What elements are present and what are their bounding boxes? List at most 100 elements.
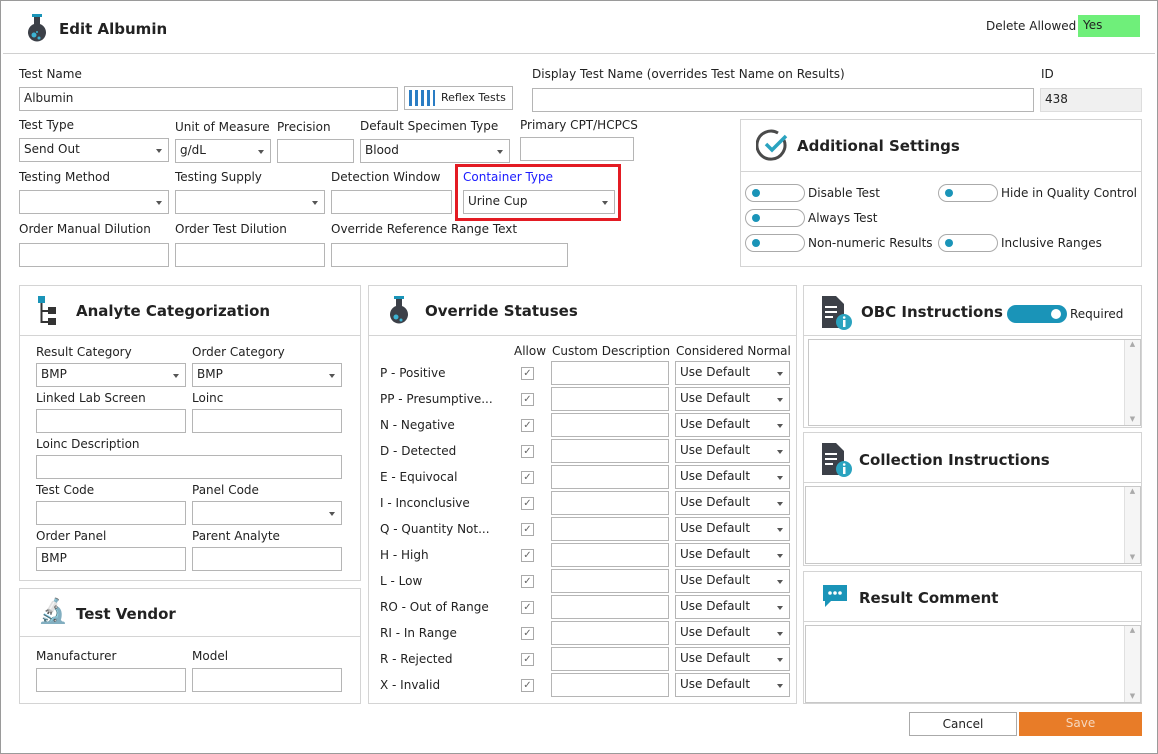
scrollbar[interactable]: ▲ ▼ bbox=[1124, 340, 1140, 425]
loinc-input[interactable] bbox=[192, 409, 342, 433]
test-type-select[interactable]: Send Out bbox=[19, 138, 169, 162]
chat-bubble-icon bbox=[821, 584, 849, 613]
considered-normal-select[interactable]: Use Default bbox=[675, 647, 790, 671]
test-code-input[interactable] bbox=[36, 501, 186, 525]
override-reference-range-input[interactable] bbox=[331, 243, 568, 267]
flask-icon bbox=[387, 295, 411, 330]
allow-checkbox[interactable]: ✓ bbox=[521, 445, 534, 458]
inclusive-ranges-toggle[interactable] bbox=[938, 234, 998, 252]
vendor-header bbox=[20, 589, 360, 637]
scrollbar[interactable]: ▲ ▼ bbox=[1124, 487, 1140, 563]
custom-description-input[interactable] bbox=[551, 439, 669, 463]
unit-of-measure-select[interactable]: g/dL bbox=[175, 139, 271, 163]
display-test-name-label: Display Test Name (overrides Test Name o… bbox=[532, 67, 845, 81]
custom-description-input[interactable] bbox=[551, 673, 669, 697]
always-test-toggle[interactable] bbox=[745, 209, 805, 227]
detection-window-input[interactable] bbox=[331, 190, 452, 214]
delete-allowed-field[interactable]: Yes bbox=[1078, 15, 1140, 37]
precision-input[interactable] bbox=[277, 139, 354, 163]
vendor-title: Test Vendor bbox=[76, 605, 176, 623]
considered-normal-select[interactable]: Use Default bbox=[675, 569, 790, 593]
display-test-name-input[interactable] bbox=[532, 88, 1034, 112]
considered-normal-select[interactable]: Use Default bbox=[675, 621, 790, 645]
custom-description-input[interactable] bbox=[551, 517, 669, 541]
considered-normal-select[interactable]: Use Default bbox=[675, 543, 790, 567]
considered-normal-select[interactable]: Use Default bbox=[675, 361, 790, 385]
primary-cpt-input[interactable] bbox=[520, 137, 634, 161]
allow-checkbox[interactable]: ✓ bbox=[521, 549, 534, 562]
allow-checkbox[interactable]: ✓ bbox=[521, 601, 534, 614]
override-reference-range-label: Override Reference Range Text bbox=[331, 222, 518, 236]
result-comment-textarea[interactable]: ▲ ▼ bbox=[805, 625, 1141, 703]
result-category-select[interactable]: BMP bbox=[36, 363, 186, 387]
test-vendor-panel: 🔬 Test Vendor Manufacturer Model bbox=[19, 588, 361, 704]
allow-checkbox[interactable]: ✓ bbox=[521, 393, 534, 406]
status-label: RI - In Range bbox=[380, 626, 457, 640]
analyte-title: Analyte Categorization bbox=[76, 302, 271, 320]
custom-description-input[interactable] bbox=[551, 647, 669, 671]
microscope-icon: 🔬 bbox=[38, 597, 68, 625]
custom-description-input[interactable] bbox=[551, 595, 669, 619]
test-code-label: Test Code bbox=[36, 483, 95, 497]
manufacturer-input[interactable] bbox=[36, 668, 186, 692]
loinc-description-input[interactable] bbox=[36, 455, 342, 479]
test-name-input[interactable]: Albumin bbox=[19, 87, 398, 111]
unit-of-measure-label: Unit of Measure bbox=[175, 120, 270, 134]
allow-checkbox[interactable]: ✓ bbox=[521, 679, 534, 692]
reflex-tests-button[interactable]: Reflex Tests bbox=[404, 86, 513, 110]
considered-normal-select[interactable]: Use Default bbox=[675, 413, 790, 437]
hide-in-qc-toggle[interactable] bbox=[938, 184, 998, 202]
order-test-dilution-label: Order Test Dilution bbox=[175, 222, 287, 236]
linked-lab-screen-input[interactable] bbox=[36, 409, 186, 433]
status-label: RO - Out of Range bbox=[380, 600, 489, 614]
considered-normal-select[interactable]: Use Default bbox=[675, 491, 790, 515]
additional-settings-panel: Additional Settings Disable Test Hide in… bbox=[740, 119, 1142, 267]
model-input[interactable] bbox=[192, 668, 342, 692]
custom-description-input[interactable] bbox=[551, 569, 669, 593]
considered-normal-select[interactable]: Use Default bbox=[675, 439, 790, 463]
cancel-button[interactable]: Cancel bbox=[909, 712, 1017, 736]
allow-checkbox[interactable]: ✓ bbox=[521, 575, 534, 588]
custom-description-input[interactable] bbox=[551, 387, 669, 411]
allow-checkbox[interactable]: ✓ bbox=[521, 497, 534, 510]
testing-supply-select[interactable] bbox=[175, 190, 325, 214]
save-button[interactable]: Save bbox=[1019, 712, 1142, 736]
default-specimen-type-select[interactable]: Blood bbox=[360, 139, 510, 163]
detection-window-label: Detection Window bbox=[331, 170, 441, 184]
considered-normal-select[interactable]: Use Default bbox=[675, 595, 790, 619]
custom-description-input[interactable] bbox=[551, 543, 669, 567]
disable-test-toggle[interactable] bbox=[745, 184, 805, 202]
required-toggle[interactable] bbox=[1007, 305, 1067, 323]
status-label: L - Low bbox=[380, 574, 423, 588]
allow-checkbox[interactable]: ✓ bbox=[521, 367, 534, 380]
order-panel-input[interactable]: BMP bbox=[36, 547, 186, 571]
status-label: H - High bbox=[380, 548, 429, 562]
considered-normal-select[interactable]: Use Default bbox=[675, 465, 790, 489]
panel-code-select[interactable] bbox=[192, 501, 342, 525]
allow-checkbox[interactable]: ✓ bbox=[521, 653, 534, 666]
allow-checkbox[interactable]: ✓ bbox=[521, 419, 534, 432]
parent-analyte-input[interactable] bbox=[192, 547, 342, 571]
allow-checkbox[interactable]: ✓ bbox=[521, 523, 534, 536]
allow-checkbox[interactable]: ✓ bbox=[521, 627, 534, 640]
document-info-icon bbox=[821, 443, 853, 480]
scrollbar[interactable]: ▲ ▼ bbox=[1124, 626, 1140, 702]
custom-description-input[interactable] bbox=[551, 621, 669, 645]
considered-normal-select[interactable]: Use Default bbox=[675, 673, 790, 697]
container-type-select[interactable]: Urine Cup bbox=[463, 190, 615, 214]
considered-normal-select[interactable]: Use Default bbox=[675, 517, 790, 541]
order-category-select[interactable]: BMP bbox=[192, 363, 342, 387]
edit-test-dialog: Edit Albumin Delete Allowed Yes Test Nam… bbox=[0, 0, 1158, 754]
collection-instructions-textarea[interactable]: ▲ ▼ bbox=[805, 486, 1141, 564]
custom-description-input[interactable] bbox=[551, 491, 669, 515]
allow-checkbox[interactable]: ✓ bbox=[521, 471, 534, 484]
custom-description-input[interactable] bbox=[551, 413, 669, 437]
non-numeric-results-toggle[interactable] bbox=[745, 234, 805, 252]
custom-description-input[interactable] bbox=[551, 361, 669, 385]
obc-instructions-textarea[interactable]: ▲ ▼ bbox=[808, 339, 1141, 426]
testing-method-select[interactable] bbox=[19, 190, 169, 214]
order-manual-dilution-input[interactable] bbox=[19, 243, 169, 267]
custom-description-input[interactable] bbox=[551, 465, 669, 489]
order-test-dilution-input[interactable] bbox=[175, 243, 325, 267]
considered-normal-select[interactable]: Use Default bbox=[675, 387, 790, 411]
